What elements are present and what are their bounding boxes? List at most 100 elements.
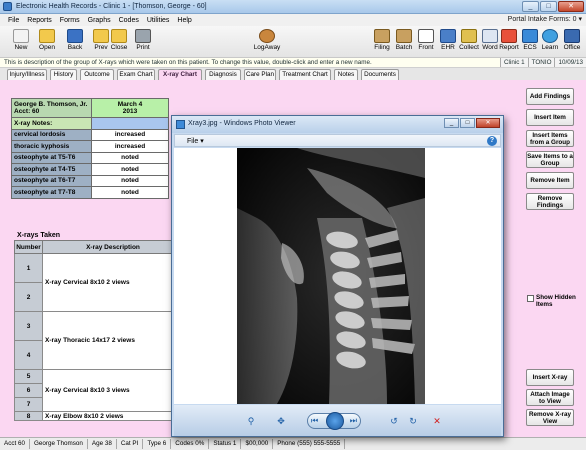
patient-header: George B. Thomson, Jr. Acct: 60 <box>11 98 92 118</box>
finding-value[interactable]: noted <box>91 186 169 199</box>
zoom-icon[interactable]: ⚲ <box>244 414 258 428</box>
xray-number: 5 <box>14 369 43 384</box>
maximize-button[interactable]: □ <box>540 1 557 12</box>
xray-notes-cell[interactable] <box>91 117 169 130</box>
tab-care-plan[interactable]: Care Plan <box>244 69 276 80</box>
window-title: Electronic Health Records - Clinic 1 - [… <box>16 3 207 10</box>
finding-label: cervical lordosis <box>11 128 92 141</box>
tab-strip: Injury/Illness History Outcome Exam Char… <box>0 68 586 81</box>
logaway-button[interactable]: LogAway <box>252 27 282 57</box>
finding-row[interactable]: osteophyte at T6-T7 noted <box>11 174 169 187</box>
previous-icon[interactable]: ⏮ <box>311 416 318 426</box>
close-button[interactable]: ✕ <box>558 1 584 12</box>
tab-injury-illness[interactable]: Injury/Illness <box>7 69 47 80</box>
batch-button[interactable]: Batch <box>393 27 415 57</box>
finding-row[interactable]: osteophyte at T7-T8 noted <box>11 186 169 199</box>
menu-reports[interactable]: Reports <box>27 17 52 24</box>
attach-image-button[interactable]: Attach Image to View <box>526 389 574 406</box>
tab-outcome[interactable]: Outcome <box>80 69 114 80</box>
xray-date-header[interactable]: March 4 2013 <box>91 98 169 118</box>
xray-description[interactable]: X-ray Cervical 8x10 2 views <box>42 253 184 312</box>
learn-icon <box>542 29 558 43</box>
learn-button[interactable]: Learn <box>540 27 560 57</box>
xray-description[interactable]: X-ray Elbow 8x10 2 views <box>42 411 184 421</box>
delete-icon[interactable]: ✕ <box>430 414 444 428</box>
insert-xray-button[interactable]: Insert X-ray <box>526 369 574 386</box>
open-button[interactable]: Open <box>34 27 60 57</box>
xray-row[interactable]: 1 X-ray Cervical 8x10 2 views <box>14 253 184 312</box>
viewer-minimize-button[interactable]: _ <box>444 118 459 128</box>
menu-utilities[interactable]: Utilities <box>147 17 170 24</box>
calendar-icon <box>418 29 434 43</box>
show-hidden-items-label: Show Hidden Items <box>536 294 576 308</box>
menu-codes[interactable]: Codes <box>119 17 139 24</box>
word-button[interactable]: Word <box>480 27 500 57</box>
rotate-counterclockwise-icon[interactable]: ↺ <box>387 414 401 428</box>
close-folder-button[interactable]: Close <box>106 27 132 57</box>
finding-label: thoracic kyphosis <box>11 140 92 153</box>
remove-xray-view-button[interactable]: Remove X-ray View <box>526 409 574 426</box>
save-items-to-group-button[interactable]: Save Items to a Group <box>526 151 574 168</box>
filing-button[interactable]: Filing <box>371 27 393 57</box>
finding-row[interactable]: osteophyte at T4-T5 noted <box>11 163 169 176</box>
menu-graphs[interactable]: Graphs <box>88 17 111 24</box>
show-hidden-items-checkbox[interactable] <box>527 295 534 302</box>
report-button[interactable]: Report <box>499 27 519 57</box>
tab-documents[interactable]: Documents <box>361 69 399 80</box>
report-icon <box>501 29 517 43</box>
new-button[interactable]: New <box>8 27 34 57</box>
remove-item-button[interactable]: Remove Item <box>526 172 574 189</box>
tab-notes[interactable]: Notes <box>334 69 358 80</box>
finding-value[interactable]: noted <box>91 151 169 164</box>
help-icon[interactable]: ? <box>487 136 497 146</box>
front-button[interactable]: Front <box>415 27 437 57</box>
viewer-title-bar[interactable]: Xray3.jpg - Windows Photo Viewer _ □ ✕ <box>172 116 503 133</box>
insert-items-from-group-button[interactable]: Insert Items from a Group <box>526 130 574 147</box>
viewer-file-menu[interactable]: File ▾ <box>187 137 204 145</box>
finding-row[interactable]: osteophyte at T5-T6 noted <box>11 151 169 164</box>
office-button[interactable]: Office <box>561 27 583 57</box>
app-title-bar: Electronic Health Records - Clinic 1 - [… <box>0 0 586 14</box>
viewer-maximize-button[interactable]: □ <box>460 118 475 128</box>
xray-description[interactable]: X-ray Cervical 8x10 3 views <box>42 369 184 412</box>
tab-exam-chart[interactable]: Exam Chart <box>117 69 155 80</box>
status-patient: George Thomson <box>30 439 88 449</box>
menu-forms[interactable]: Forms <box>60 17 80 24</box>
finding-value[interactable]: increased <box>91 140 169 153</box>
finding-row[interactable]: thoracic kyphosis increased <box>11 140 169 153</box>
rotate-clockwise-icon[interactable]: ↻ <box>406 414 420 428</box>
xray-row[interactable]: 3 X-ray Thoracic 14x17 2 views <box>14 311 184 370</box>
menu-bar: File Reports Forms Graphs Codes Utilitie… <box>0 14 586 26</box>
minimize-button[interactable]: _ <box>522 1 539 12</box>
xray-row[interactable]: 5 X-ray Cervical 8x10 3 views <box>14 369 184 412</box>
actual-size-icon[interactable]: ✥ <box>274 414 288 428</box>
add-findings-button[interactable]: Add Findings <box>526 88 574 105</box>
tab-treatment-chart[interactable]: Treatment Chart <box>279 69 331 80</box>
clinic-cell: Clinic 1 <box>500 58 528 67</box>
menu-help[interactable]: Help <box>177 17 191 24</box>
insert-item-button[interactable]: Insert Item <box>526 109 574 126</box>
slideshow-icon[interactable] <box>326 412 344 430</box>
hint-message: This is description of the group of X-ra… <box>4 59 372 66</box>
remove-findings-button[interactable]: Remove Findings <box>526 193 574 210</box>
date-cell: 10/09/13 <box>554 58 586 67</box>
tab-history[interactable]: History <box>50 69 77 80</box>
print-button[interactable]: Print <box>130 27 156 57</box>
photo-viewer-window[interactable]: Xray3.jpg - Windows Photo Viewer _ □ ✕ F… <box>171 115 504 437</box>
finding-value[interactable]: increased <box>91 128 169 141</box>
back-arrow-icon <box>67 29 83 43</box>
collect-button[interactable]: Collect <box>458 27 480 57</box>
portal-intake-forms[interactable]: Portal Intake Forms: 0 ▾ <box>508 15 582 23</box>
xray-description[interactable]: X-ray Thoracic 14x17 2 views <box>42 311 184 370</box>
finding-value[interactable]: noted <box>91 163 169 176</box>
next-icon[interactable]: ⏭ <box>350 416 357 426</box>
tab-diagnosis[interactable]: Diagnosis <box>205 69 241 80</box>
xray-row[interactable]: 8 X-ray Elbow 8x10 2 views <box>14 411 184 421</box>
viewer-close-button[interactable]: ✕ <box>476 118 500 128</box>
finding-row[interactable]: cervical lordosis increased <box>11 128 169 141</box>
ecs-button[interactable]: ECS <box>520 27 540 57</box>
finding-value[interactable]: noted <box>91 174 169 187</box>
back-button[interactable]: Back <box>62 27 88 57</box>
menu-file[interactable]: File <box>8 17 19 24</box>
ehr-button[interactable]: EHR <box>437 27 459 57</box>
